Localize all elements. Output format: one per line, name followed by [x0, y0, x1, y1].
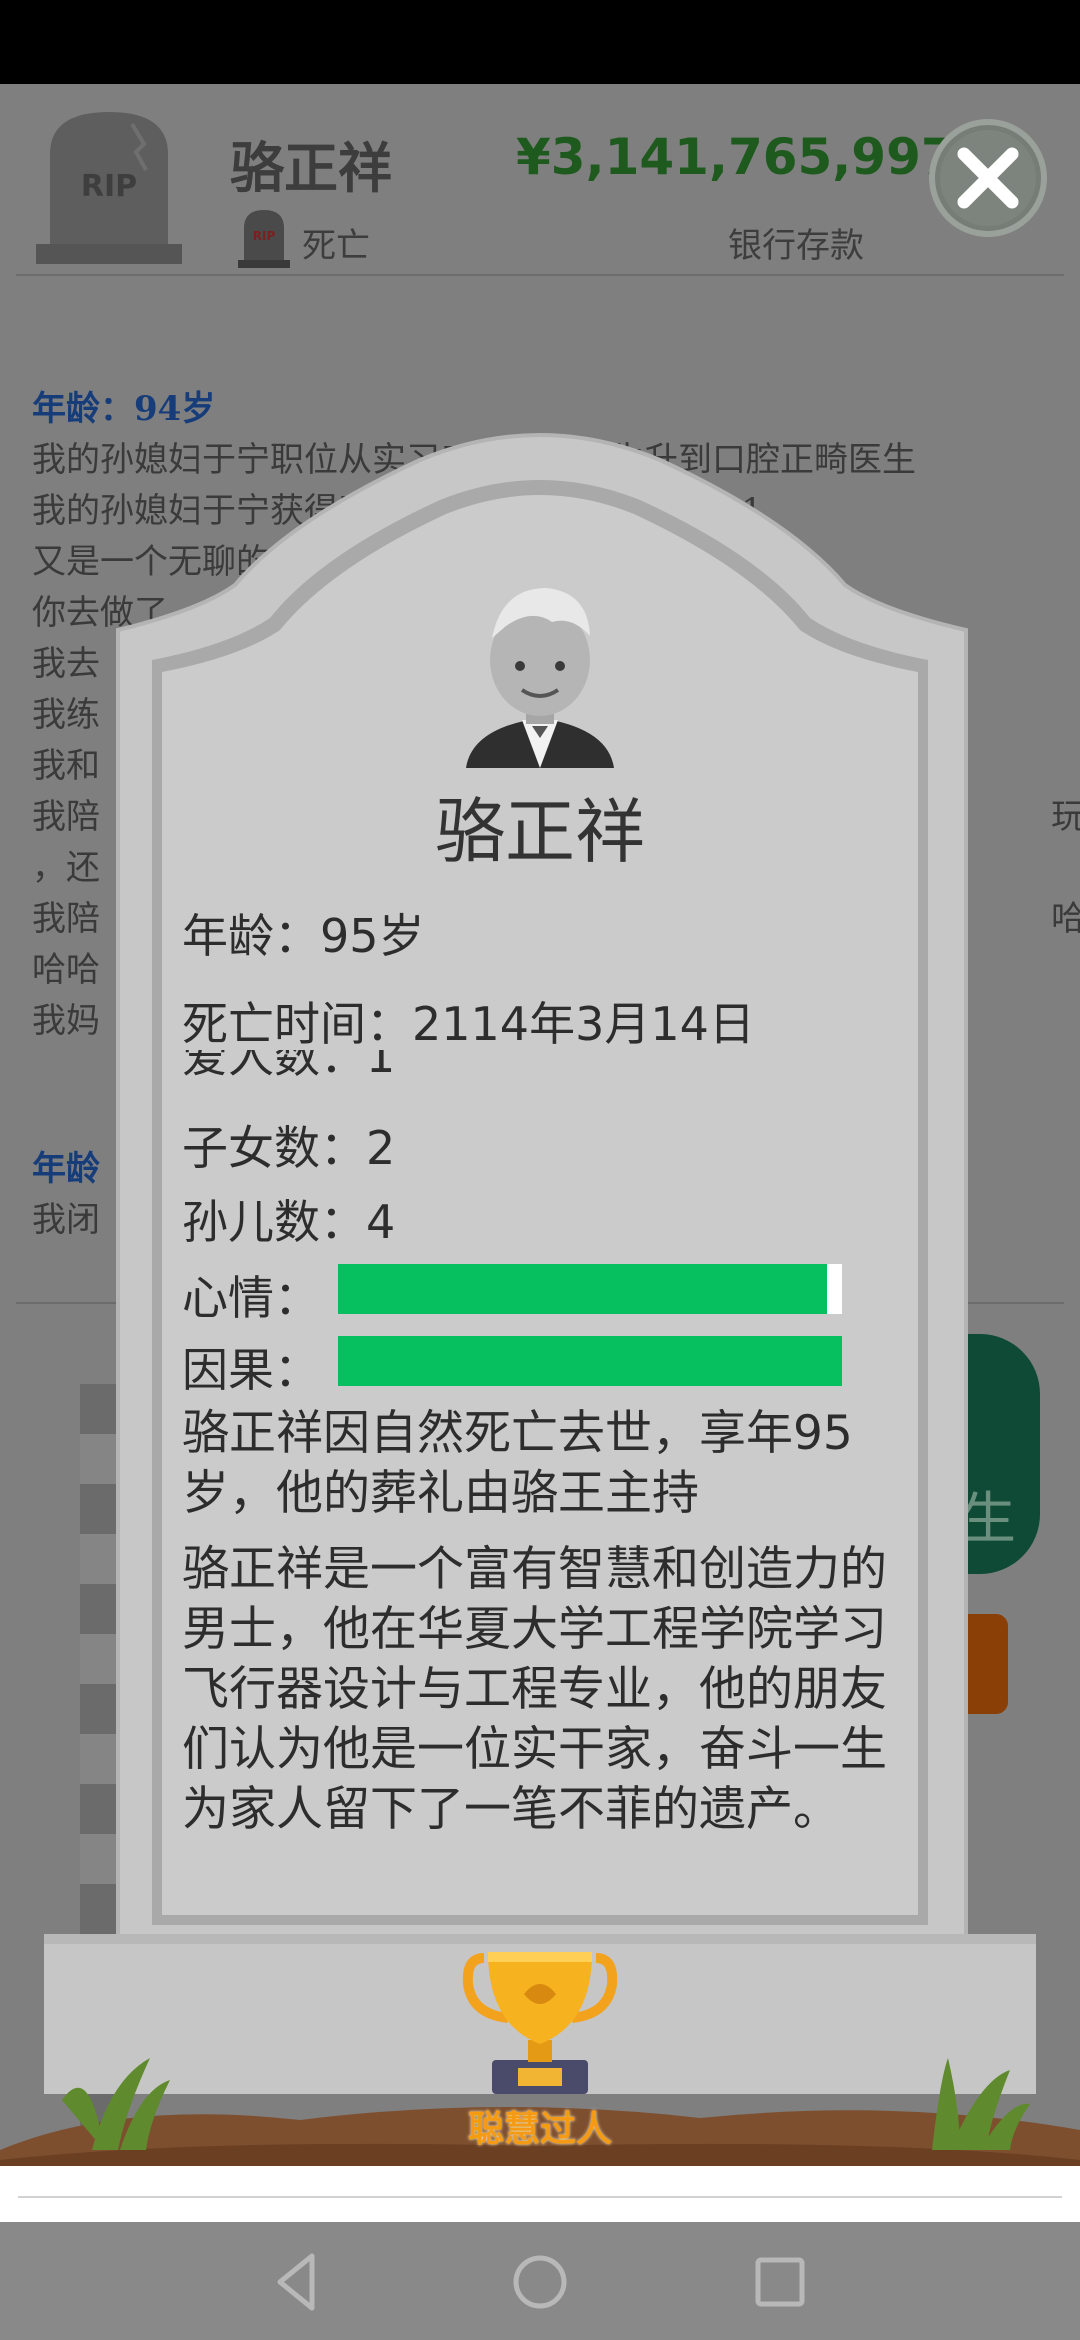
close-button[interactable]: [926, 116, 1080, 238]
home-button[interactable]: [500, 2246, 580, 2318]
small-gravestone-icon: RIP: [238, 210, 290, 268]
death-description: 骆正祥因自然死亡去世，享年95岁，他的葬礼由骆王主持: [182, 1406, 853, 1521]
mood-label: 心情：: [182, 1271, 320, 1325]
recents-button[interactable]: [740, 2246, 820, 2318]
biography: 骆正祥是一个富有智慧和创造力的男士，他在华夏大学工程学院学习飞行器设计与工程专业…: [182, 1542, 887, 1837]
mood-bar-fill: [338, 1264, 827, 1314]
karma-bar-fill: [338, 1336, 842, 1386]
rip-gravestone-icon: RIP: [36, 112, 182, 264]
close-icon[interactable]: [929, 119, 1047, 237]
karma-label: 因果：: [182, 1343, 320, 1397]
back-button[interactable]: [260, 2246, 340, 2318]
back-icon[interactable]: [277, 2253, 315, 2311]
player-name: 骆正祥: [230, 137, 392, 200]
home-icon[interactable]: [513, 2255, 567, 2309]
recents-icon[interactable]: [755, 2257, 805, 2307]
header-divider: [16, 274, 1064, 276]
grandchildren-count: 孙儿数：4: [182, 1195, 396, 1249]
deceased-name: 骆正祥: [435, 791, 645, 873]
spouse-count-clipped: 爱人数：1: [182, 1050, 396, 1083]
children-count: 子女数：2: [182, 1121, 396, 1175]
bank-label: 银行存款: [728, 226, 864, 266]
bottom-strip: [0, 2166, 1080, 2222]
elderly-man-portrait: [466, 588, 614, 768]
rip-text: RIP: [81, 169, 137, 204]
bottom-strip-divider: [18, 2196, 1062, 2198]
status-text: 死亡: [302, 226, 370, 266]
svg-text:RIP: RIP: [253, 229, 276, 243]
status-bar: [0, 0, 1080, 84]
age-at-death: 年龄：95岁: [182, 909, 425, 963]
trophy-icon: [462, 1952, 618, 2094]
achievement-label: 聪慧过人: [467, 2109, 612, 2150]
death-date: 死亡时间：2114年3月14日: [182, 997, 755, 1051]
karma-bar: [338, 1336, 842, 1386]
mood-bar: [338, 1264, 842, 1314]
bank-balance: ¥3,141,765,997: [516, 128, 956, 186]
